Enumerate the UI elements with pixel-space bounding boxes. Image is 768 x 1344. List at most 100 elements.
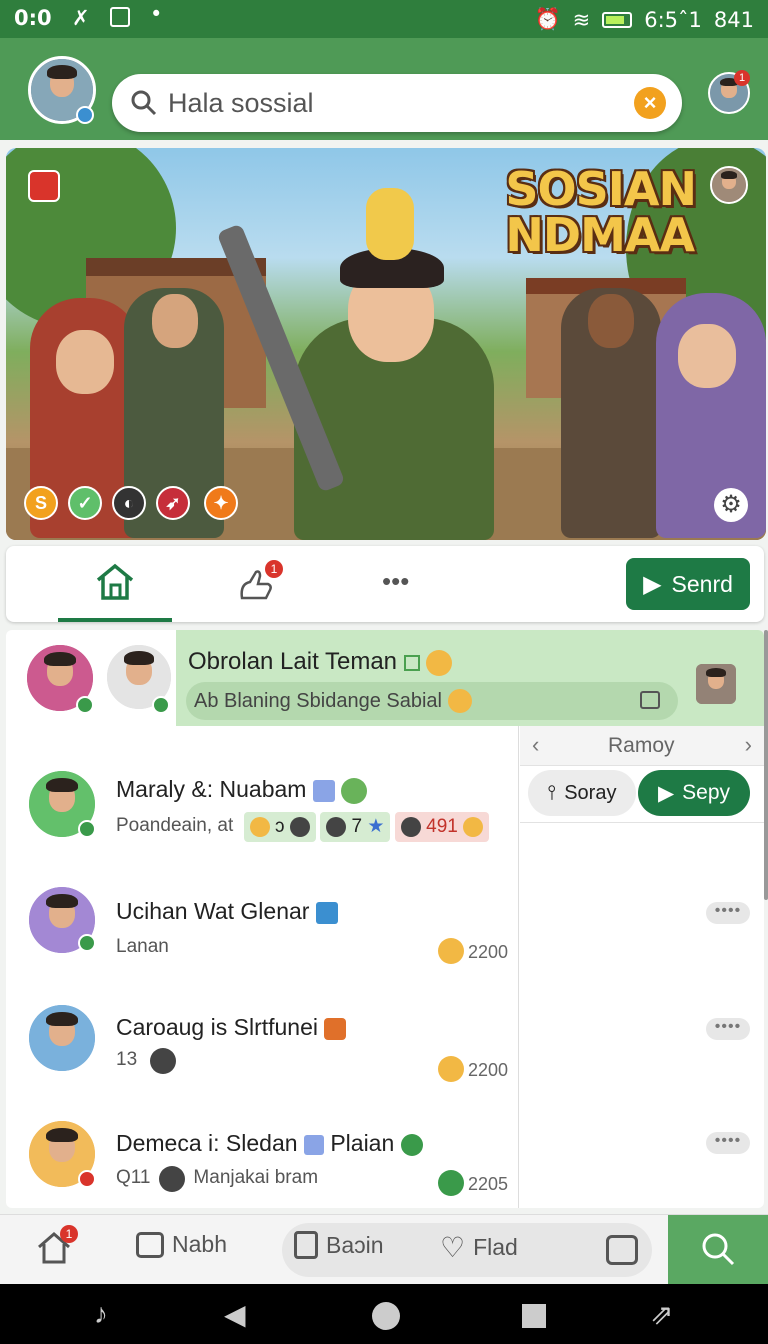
- sync-icon: ✗: [72, 6, 90, 30]
- badge-icon: [400, 1133, 423, 1156]
- chat-count: 2200: [468, 1060, 509, 1080]
- nav-pill: Baɔin ♡ Flad: [282, 1223, 652, 1277]
- home-circle-icon[interactable]: [372, 1302, 400, 1330]
- search-bar[interactable]: ×: [112, 74, 682, 132]
- chart-icon: [303, 1134, 324, 1155]
- banner-avatar[interactable]: [710, 166, 748, 204]
- play-icon: ▶: [657, 781, 675, 805]
- hero-banner[interactable]: SOSIAN NDMAA S ✓ ◐ ➶ ✦ ⚙: [6, 148, 766, 540]
- verified-icon: [76, 106, 94, 124]
- bird-icon: [315, 901, 338, 924]
- search-nav-button[interactable]: [668, 1215, 768, 1285]
- pinned-chat-title[interactable]: Obrolan Lait Teman: [188, 648, 453, 676]
- check-icon[interactable]: ✓: [68, 486, 102, 520]
- chat-count: 2205: [468, 1174, 509, 1194]
- reaction-tag[interactable]: ɔ: [243, 812, 316, 842]
- soray-button[interactable]: ⫯ Soray: [528, 770, 636, 816]
- status-clock: 6:5ˆ1: [644, 7, 702, 32]
- scrollbar[interactable]: [764, 630, 768, 900]
- back-icon[interactable]: ◀: [224, 1298, 246, 1331]
- battery-icon: [602, 11, 633, 28]
- more-options-icon[interactable]: ••••: [706, 1018, 750, 1040]
- nav-flad[interactable]: ♡ Flad: [440, 1231, 518, 1264]
- chat-subtitle: Lanan: [116, 936, 169, 957]
- emoji-icon: [447, 689, 472, 713]
- tab-home[interactable]: [58, 546, 172, 622]
- more-options-icon[interactable]: ••••: [706, 902, 750, 924]
- chat-title: Ucihan Wat Glenar: [116, 898, 338, 925]
- tool-icon[interactable]: ◐: [112, 486, 146, 520]
- pinned-side-avatar[interactable]: [696, 664, 736, 704]
- list-item[interactable]: Ucihan Wat Glenar Lanan 2200 ••••: [6, 868, 764, 984]
- bottom-nav: 1 Nabh Baɔin ♡ Flad: [0, 1214, 768, 1285]
- status-time: 0:0: [14, 6, 52, 30]
- status-icon: [78, 1170, 96, 1188]
- chat-bubble-icon: [324, 1017, 347, 1040]
- document-icon: [294, 1231, 318, 1259]
- list-item[interactable]: Maraly &: Nuabam Poandeain, at ɔ 7 ★ 491: [6, 750, 518, 860]
- coin-icon[interactable]: S: [24, 486, 58, 520]
- banner-title: SOSIAN NDMAA: [505, 162, 697, 262]
- star-icon: ★: [367, 816, 385, 837]
- runner-icon[interactable]: ✦: [204, 486, 238, 520]
- reaction-tag[interactable]: 7 ★: [320, 812, 391, 842]
- list-item[interactable]: Demeca i: Sledan Plaian Q11 Manjakai bra…: [6, 1102, 764, 1208]
- verified-icon: [76, 696, 94, 714]
- tab-row: 1 ••• ▶ Senrd: [6, 546, 764, 622]
- avatar-mini-icon: [158, 1166, 185, 1192]
- send-button[interactable]: ▶ Senrd: [626, 558, 750, 610]
- chat-title: Demeca i: Sledan Plaian: [116, 1130, 423, 1157]
- status-battery-text: 841: [713, 7, 754, 32]
- lock-icon[interactable]: [28, 170, 60, 202]
- recents-icon[interactable]: [522, 1304, 546, 1328]
- pinned-message-input[interactable]: Ab Blaning Sbidange Sabial: [186, 682, 678, 720]
- wifi-icon: ≋: [572, 7, 591, 32]
- assistant-icon[interactable]: ♪: [94, 1298, 108, 1330]
- chat-subtitle-row: Q11 Manjakai bram: [116, 1166, 318, 1192]
- star-icon: [312, 779, 335, 802]
- home-icon: [96, 563, 134, 600]
- more-options-icon[interactable]: ••••: [706, 1132, 750, 1154]
- smile-emoji-icon: [426, 649, 453, 676]
- search-icon: [131, 90, 157, 116]
- app-icon: [110, 7, 130, 27]
- pin-icon: ⫯: [547, 781, 557, 804]
- rocket-icon[interactable]: ➶: [156, 486, 190, 520]
- chat-avatar[interactable]: [26, 1002, 98, 1074]
- grid-icon: [403, 654, 420, 671]
- divider: [520, 822, 764, 823]
- chat-title: Caroaug is Slrtfunei: [116, 1014, 347, 1041]
- home-badge: 1: [60, 1225, 78, 1243]
- search-input[interactable]: [168, 87, 608, 119]
- heart-icon: ♡: [440, 1232, 466, 1263]
- list-item[interactable]: Caroaug is Slrtfunei 13 2200 ••••: [6, 986, 764, 1102]
- more-dots-icon[interactable]: •••: [382, 566, 409, 597]
- reaction-tag[interactable]: 491: [394, 812, 490, 842]
- verified-icon: [152, 696, 170, 714]
- chevron-right-icon[interactable]: ›: [745, 732, 752, 758]
- settings-icon[interactable]: ⚙: [714, 488, 748, 522]
- character-small-top: [366, 188, 414, 260]
- play-icon: ▶: [643, 570, 662, 598]
- camera-icon[interactable]: [606, 1235, 638, 1265]
- chat-subtitle-row: 13: [116, 1048, 176, 1074]
- share-icon[interactable]: ⇗: [650, 1298, 673, 1331]
- frog-emoji-icon: [341, 777, 368, 804]
- nav-bain[interactable]: Baɔin: [294, 1231, 384, 1259]
- side-panel-header: ‹ Ramoy ›: [520, 726, 764, 766]
- notif-badge: 1: [265, 560, 283, 578]
- avatar-mini-icon: [149, 1048, 176, 1074]
- smile-emoji-icon: [438, 938, 464, 964]
- chat-count: 2200: [468, 942, 509, 962]
- friend-badge: 1: [734, 70, 750, 86]
- chevron-left-icon[interactable]: ‹: [532, 732, 539, 758]
- status-icon: [78, 820, 96, 838]
- folder-icon[interactable]: [640, 691, 660, 709]
- clear-search-icon[interactable]: ×: [634, 87, 666, 119]
- dot-icon: •: [150, 2, 163, 26]
- sepy-button[interactable]: ▶ Sepy: [638, 770, 750, 816]
- alarm-icon: ⏰: [534, 7, 561, 31]
- side-panel-title: Ramoy: [608, 734, 675, 757]
- nav-nabh[interactable]: Nabh: [136, 1231, 227, 1258]
- status-bar: 0:0 ✗ • ⏰ ≋ 6:5ˆ1 841: [0, 0, 768, 38]
